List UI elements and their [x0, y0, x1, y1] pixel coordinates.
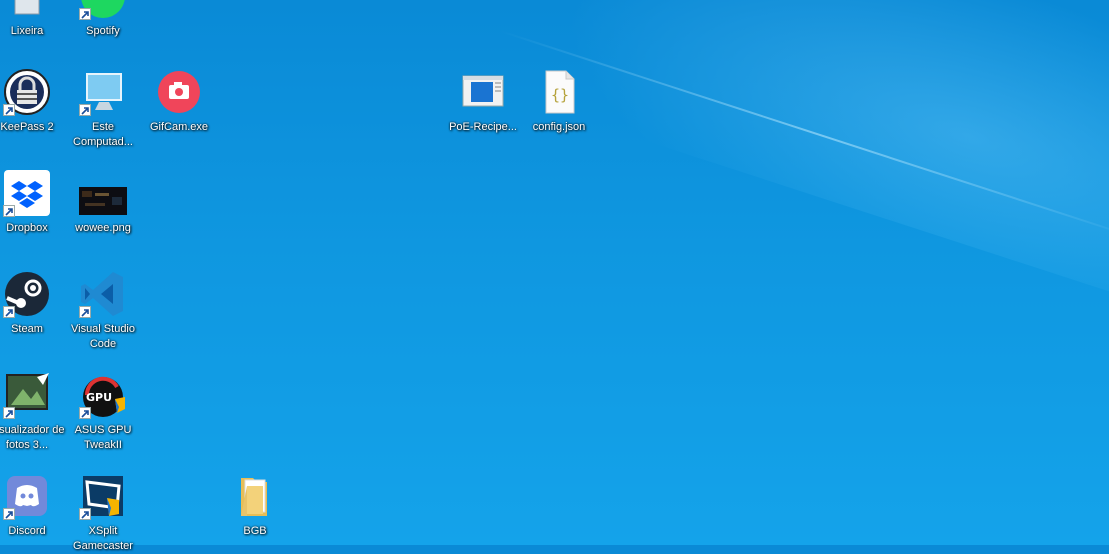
desktop-icon-vscode[interactable]: Visual Studio Code — [65, 270, 141, 352]
desktop-icon-poe-recipe[interactable]: PoE-Recipe... — [445, 68, 521, 135]
dropbox-icon — [3, 169, 51, 217]
svg-text:GPU: GPU — [86, 391, 112, 404]
shortcut-arrow-icon — [79, 508, 91, 520]
desktop-icon-label: Lixeira — [10, 25, 44, 37]
wallpaper-streak — [499, 30, 1109, 243]
desktop-icon-label: GifCam.exe — [149, 121, 209, 133]
shortcut-arrow-icon — [79, 8, 91, 20]
desktop-icon-discord[interactable]: Discord — [0, 472, 65, 539]
desktop-icon-label: Discord — [8, 525, 46, 537]
desktop-icon-label: Visualizador de fotos 3... — [0, 424, 65, 451]
shortcut-arrow-icon — [3, 407, 15, 419]
photo-viewer-icon — [3, 371, 51, 419]
xsplit-gamecaster-icon — [79, 472, 127, 520]
desktop-icon-label: XSplit Gamecaster — [73, 525, 133, 552]
desktop-icon-label: BGB — [243, 525, 267, 537]
desktop-icon-label: Spotify — [86, 25, 120, 37]
desktop-icon-gifcam[interactable]: GifCam.exe — [141, 68, 217, 135]
desktop-icon-bgb-folder[interactable]: BGB — [217, 472, 293, 539]
image-thumbnail-icon — [79, 169, 127, 217]
desktop-icon-asus-gpu-tweak[interactable]: GPU ASUS GPU TweakII — [65, 371, 141, 453]
desktop-icon-visualizador[interactable]: Visualizador de fotos 3... — [0, 371, 65, 453]
computer-monitor-icon — [79, 68, 127, 116]
gifcam-camera-icon — [155, 68, 203, 116]
desktop-icon-label: Dropbox — [6, 222, 48, 234]
desktop-icon-lixeira[interactable]: Lixeira — [0, 0, 65, 39]
spotify-icon — [79, 0, 127, 20]
desktop-icon-label: Este Computad... — [73, 121, 133, 148]
desktop-icon-label: config.json — [532, 121, 586, 133]
desktop-icon-label: KeePass 2 — [0, 121, 54, 133]
desktop-icon-dropbox[interactable]: Dropbox — [0, 169, 65, 236]
desktop-icon-keepass[interactable]: KeePass 2 — [0, 68, 65, 135]
desktop-icon-config-json[interactable]: {} config.json — [521, 68, 597, 135]
desktop-icon-label: Visual Studio Code — [70, 323, 135, 350]
desktop-icon-label: ASUS GPU TweakII — [74, 424, 132, 451]
shortcut-arrow-icon — [3, 205, 15, 217]
discord-icon — [3, 472, 51, 520]
application-window-icon — [459, 68, 507, 116]
recycle-bin-icon — [3, 0, 51, 20]
shortcut-arrow-icon — [79, 306, 91, 318]
shortcut-arrow-icon — [79, 407, 91, 419]
wallpaper-glow — [536, 0, 1109, 322]
folder-icon — [231, 472, 279, 520]
asus-gpu-icon: GPU — [79, 371, 127, 419]
desktop-icon-steam[interactable]: Steam — [0, 270, 65, 337]
keepass-lock-icon — [3, 68, 51, 116]
steam-icon — [3, 270, 51, 318]
shortcut-arrow-icon — [3, 508, 15, 520]
desktop-icon-label: wowee.png — [75, 222, 131, 234]
shortcut-arrow-icon — [79, 104, 91, 116]
desktop-icon-xsplit[interactable]: XSplit Gamecaster — [65, 472, 141, 554]
desktop-icon-spotify[interactable]: Spotify — [65, 0, 141, 39]
desktop-icon-wowee-png[interactable]: wowee.png — [65, 169, 141, 236]
desktop-icon-label: PoE-Recipe... — [449, 121, 517, 133]
shortcut-arrow-icon — [3, 306, 15, 318]
svg-text:{}: {} — [551, 86, 569, 104]
desktop-icon-este-computador[interactable]: Este Computad... — [65, 68, 141, 150]
vscode-icon — [79, 270, 127, 318]
desktop-icon-label: Steam — [11, 323, 43, 335]
shortcut-arrow-icon — [3, 104, 15, 116]
json-file-icon: {} — [535, 68, 583, 116]
